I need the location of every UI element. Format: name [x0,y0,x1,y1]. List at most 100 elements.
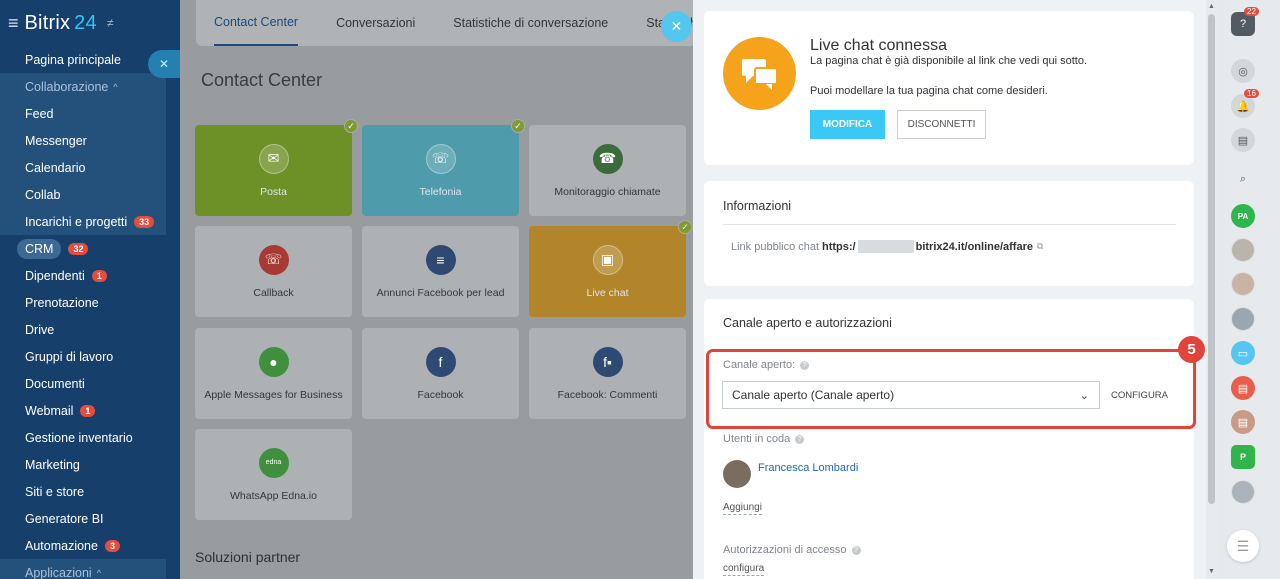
sidebar-item-messenger[interactable]: Messenger [0,127,166,154]
tile-label: Monitoraggio chiamate [554,185,661,198]
link-start: https:/ [822,240,856,253]
callback-icon: ☏ [258,244,289,275]
activity-icon[interactable]: ◎ [1231,59,1255,83]
status-text-1: La pagina chat è già disponibile al link… [810,55,1088,67]
pin-icon[interactable]: ≠ [107,16,114,30]
sidebar-item-feed[interactable]: Feed [0,100,166,127]
sidebar-item-webmail[interactable]: Webmail 1 [0,397,180,424]
status-title: Live chat connessa [810,37,947,54]
tile-monitoraggio[interactable]: ☎ Monitoraggio chiamate [529,125,686,216]
tile-telefonia[interactable]: ☏ Telefonia ✓ [362,119,525,216]
channel-card: Canale aperto e autorizzazioni Canale ap… [704,299,1194,579]
sidebar-item-incarichi[interactable]: Incarichi e progetti 33 [0,208,166,235]
add-link[interactable]: Aggiungi [723,502,762,515]
sidebar-item-crm[interactable]: CRM 32 [0,235,180,262]
tile-live-chat[interactable]: ▣ Live chat ✓ [529,220,692,317]
avatar-pa[interactable]: PA [1231,204,1255,228]
slider-close-icon[interactable]: ✕ [661,11,692,42]
counter-badge: 16 [1244,89,1259,98]
scroll-up-icon[interactable]: ▲ [1208,3,1215,10]
queue-label: Utenti in coda? [723,433,805,445]
sidebar-item-label: Applicazioni [25,565,92,579]
facebook-comments-icon: f▪ [592,346,623,377]
menu-icon[interactable]: ≡ [8,13,19,34]
sidebar-item-siti[interactable]: Siti e store [0,478,180,505]
sidebar-item-inventario[interactable]: Gestione inventario [0,424,180,451]
scroll-down-icon[interactable]: ▼ [1208,568,1215,575]
contact-card-icon[interactable]: ▤ [1231,410,1255,434]
contact-card-icon[interactable]: ▤ [1231,376,1255,400]
mail-icon: ✉ [258,143,289,174]
sidebar-item-label: Incarichi e progetti [25,214,128,229]
tile-label: Live chat [586,286,629,299]
avatar-p[interactable]: P [1231,445,1255,469]
sidebar-close-icon[interactable]: ✕ [148,50,180,78]
edit-button[interactable]: MODIFICA [810,110,885,139]
tab-statistiche-conversazione[interactable]: Statistiche di conversazione [453,0,608,46]
help-icon[interactable]: ? [851,546,861,555]
counter-badge: 1 [80,404,96,417]
link-end: bitrix24.it/online/affare [915,240,1033,253]
sidebar-item-label: Pagina principale [25,52,121,67]
public-link-value[interactable]: https:/ bitrix24.it/online/affare ⧉ [822,240,1043,253]
disconnect-button[interactable]: DISCONNETTI [897,110,986,139]
sidebar-item-marketing[interactable]: Marketing [0,451,180,478]
tile-label: WhatsApp Edna.io [230,489,317,502]
help-icon[interactable]: ? [795,435,805,444]
avatar[interactable] [1231,238,1255,262]
contact-center-page: Contact Center Conversazioni Statistiche… [180,0,697,579]
tile-posta[interactable]: ✉ Posta ✓ [195,119,358,216]
sidebar-item-documenti[interactable]: Documenti [0,370,180,397]
sidebar-item-bi[interactable]: Generatore BI [0,505,180,532]
chat-icon[interactable]: ▤ [1231,128,1255,152]
tab-contact-center[interactable]: Contact Center [214,0,299,46]
tile-callback[interactable]: ☏ Callback [195,226,352,317]
tab-conversazioni[interactable]: Conversazioni [336,0,415,46]
open-channel-chat-icon[interactable]: ▭ [1231,341,1255,365]
sidebar-item-calendario[interactable]: Calendario [0,154,166,181]
more-menu-icon[interactable]: ☰ [1227,530,1259,562]
status-card: Live chat connessa La pagina chat è già … [704,11,1194,165]
avatar [723,460,751,488]
sidebar-item-prenotazione[interactable]: Prenotazione [0,289,180,316]
sidebar-item-drive[interactable]: Drive [0,316,180,343]
tile-facebook-commenti[interactable]: f▪ Facebook: Commenti [529,328,686,419]
avatar[interactable] [1231,307,1255,331]
sidebar-item-label: Gestione inventario [25,430,133,445]
queue-user-link[interactable]: Francesca Lombardi [758,462,858,474]
avatar[interactable] [1231,272,1255,296]
sidebar-item-label: Messenger [25,133,87,148]
scroll-thumb[interactable] [1208,14,1215,504]
tile-facebook[interactable]: f Facebook [362,328,519,419]
counter-badge: 32 [68,242,89,255]
search-icon[interactable]: ⌕ [1231,167,1255,191]
highlight-box [706,349,1196,429]
external-link-icon[interactable]: ⧉ [1037,241,1043,252]
sidebar-item-label: Marketing [25,457,80,472]
tile-whatsapp-edna[interactable]: edna WhatsApp Edna.io [195,429,352,520]
chevron-up-icon: ^ [96,567,101,578]
access-label-text: Autorizzazioni di accesso [723,544,847,556]
tile-facebook-lead[interactable]: ≡ Annunci Facebook per lead [362,226,519,317]
sidebar-item-automazione[interactable]: Automazione 3 [0,532,180,559]
avatar-initials: P [1239,452,1246,462]
divider [723,224,1176,225]
scrollbar[interactable]: ▲ ▼ [1206,0,1218,579]
notification-icon[interactable]: 🔔 16 [1231,89,1259,118]
sidebar-header: ≡ Bitrix 24 ≠ [0,0,180,46]
sidebar-item-dipendenti[interactable]: Dipendenti 1 [0,262,180,289]
sidebar-item-collab[interactable]: Collab [0,181,166,208]
channel-section-title: Canale aperto e autorizzazioni [723,316,892,330]
sidebar-group-collaborazione[interactable]: Collaborazione ^ [0,73,166,100]
help-icon[interactable]: ? 22 [1231,7,1259,36]
live-chat-panel: Live chat connessa La pagina chat è già … [693,0,1206,579]
configure-access-link[interactable]: configura [723,563,765,576]
tile-apple-messages[interactable]: ● Apple Messages for Business [195,328,352,419]
facebook-icon: f [425,346,456,377]
sidebar-group-applicazioni[interactable]: Applicazioni ^ [0,559,166,579]
logo[interactable]: Bitrix 24 [25,12,97,35]
avatar[interactable] [1231,480,1255,504]
counter-badge: 33 [134,215,155,228]
sidebar-item-gruppi[interactable]: Gruppi di lavoro [0,343,180,370]
counter-badge: 3 [104,539,120,552]
